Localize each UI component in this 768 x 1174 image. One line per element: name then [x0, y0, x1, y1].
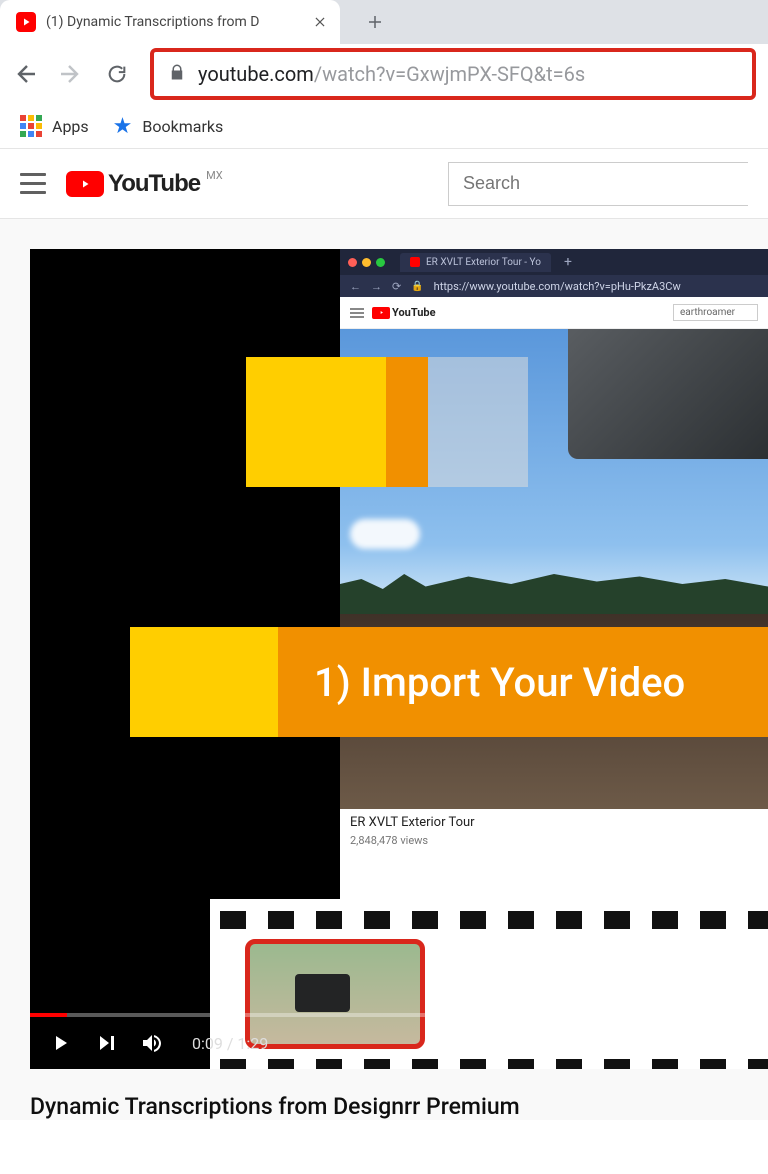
time-display: 0:09 / 1:29 [192, 1034, 268, 1053]
volume-button[interactable] [140, 1031, 164, 1055]
inner-reload-icon: ⟳ [392, 280, 401, 293]
video-player[interactable]: ER XVLT Exterior Tour - Yo + ← → ⟳ 🔒 htt… [30, 249, 768, 1069]
duration: 1:29 [237, 1034, 268, 1053]
inner-lock-icon: 🔒 [411, 281, 423, 292]
apps-shortcut[interactable]: Apps [20, 115, 89, 137]
inner-search-value: earthroamer [673, 304, 758, 321]
youtube-favicon-icon [16, 12, 36, 32]
inner-video-views: 2,848,478 views [350, 834, 758, 847]
star-icon: ★ [113, 114, 133, 139]
browser-tab[interactable]: (1) Dynamic Transcriptions from D [0, 0, 340, 44]
bookmarks-shortcut[interactable]: ★ Bookmarks [113, 114, 224, 139]
url-text: youtube.com/watch?v=GxwjmPX-SFQ&t=6s [198, 62, 585, 86]
overlay-orange-strip [386, 357, 428, 487]
inner-menu-icon [350, 308, 364, 318]
youtube-country-code: MX [206, 169, 223, 182]
apps-grid-icon [20, 115, 42, 137]
url-path: /watch?v=GxwjmPX-SFQ&t=6s [314, 62, 585, 86]
address-bar[interactable]: youtube.com/watch?v=GxwjmPX-SFQ&t=6s [150, 48, 756, 100]
new-tab-button[interactable] [360, 7, 390, 37]
back-button[interactable] [12, 61, 38, 87]
bookmarks-label: Bookmarks [142, 117, 223, 136]
reload-button[interactable] [104, 61, 130, 87]
inner-youtube-logo: YouTube [372, 306, 436, 319]
close-tab-icon[interactable] [312, 14, 328, 30]
overlay-gray-block [428, 357, 528, 487]
tab-title: (1) Dynamic Transcriptions from D [46, 14, 302, 30]
current-time: 0:09 [192, 1034, 223, 1053]
mac-close-icon [348, 258, 357, 267]
next-button[interactable] [94, 1031, 118, 1055]
inner-back-icon: ← [350, 280, 361, 293]
menu-button[interactable] [20, 171, 46, 197]
url-host: youtube.com [198, 62, 314, 86]
search-input[interactable] [448, 162, 748, 206]
overlay-banner: 1) Import Your Video [130, 627, 768, 737]
inner-favicon-icon [410, 257, 420, 267]
forward-button[interactable] [58, 61, 84, 87]
inner-new-tab-icon: + [564, 254, 572, 270]
youtube-wordmark: YouTube [108, 170, 200, 198]
lock-icon [168, 63, 186, 85]
inner-video-title: ER XVLT Exterior Tour [350, 815, 758, 830]
youtube-logo[interactable]: YouTube MX [66, 170, 221, 198]
inner-url: https://www.youtube.com/watch?v=pHu-PkzA… [434, 280, 681, 293]
banner-text: 1) Import Your Video [278, 627, 768, 737]
mac-max-icon [376, 258, 385, 267]
page-video-title: Dynamic Transcriptions from Designrr Pre… [0, 1069, 768, 1120]
inner-forward-icon: → [371, 280, 382, 293]
apps-label: Apps [52, 117, 89, 136]
youtube-play-icon [66, 171, 104, 197]
inner-browser-tab: ER XVLT Exterior Tour - Yo [400, 253, 551, 272]
search-box[interactable] [448, 162, 748, 206]
inner-tab-title: ER XVLT Exterior Tour - Yo [426, 257, 541, 268]
mac-min-icon [362, 258, 371, 267]
play-button[interactable] [48, 1031, 72, 1055]
